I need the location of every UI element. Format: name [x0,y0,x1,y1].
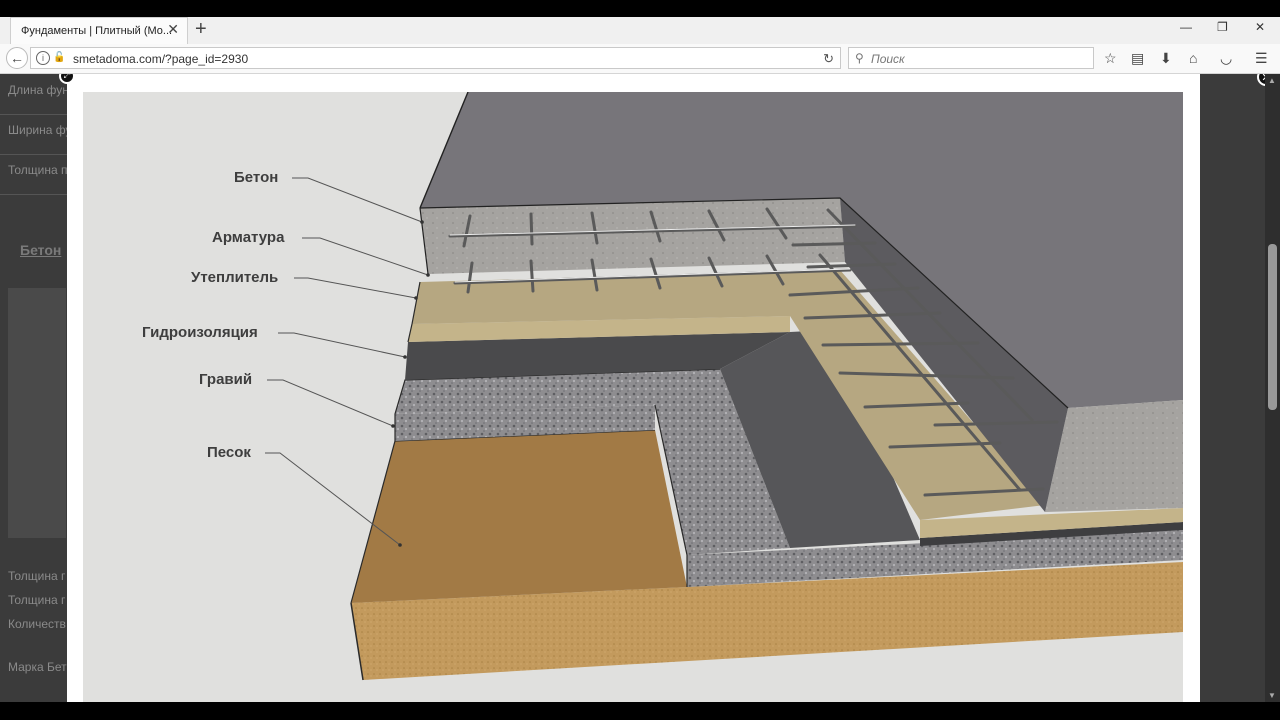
download-icon[interactable]: ⬇ [1160,50,1172,66]
pocket-icon[interactable]: ◡ [1220,50,1232,66]
label-rebar: Арматура [212,229,285,246]
reload-icon[interactable]: ↻ [823,51,834,67]
scroll-up-icon[interactable]: ▲ [1268,76,1276,85]
tab-title: Фундаменты | Плитный (Мо... [21,25,173,37]
title-bar [0,0,1280,17]
bg-field: Количеств [8,617,66,631]
lightbox: Бетон Арматура Утеплитель Гидроизоляция … [59,74,1275,702]
url-bar[interactable]: i 🔓 smetadoma.com/?page_id=2930 ↻ [30,47,841,69]
search-bar[interactable]: ⚲ Поиск [848,47,1094,69]
lightbox-expand-button[interactable]: ⤢ [59,74,75,84]
bg-thumbnail[interactable] [8,288,66,538]
info-icon[interactable]: i [36,51,50,65]
foundation-diagram: Бетон Арматура Утеплитель Гидроизоляция … [83,92,1183,702]
page-scrollbar[interactable]: ▲ ▼ [1265,74,1280,702]
bg-divider [0,154,68,155]
home-icon[interactable]: ⌂ [1189,50,1197,66]
browser-tab[interactable]: Фундаменты | Плитный (Мо... ✕ [10,17,188,44]
window-close-icon[interactable]: ✕ [1255,20,1265,34]
restore-icon[interactable]: ❐ [1217,20,1228,34]
bg-divider [0,194,68,195]
menu-icon[interactable]: ☰ [1255,50,1268,66]
label-gravel: Гравий [199,371,253,388]
tab-strip: Фундаменты | Плитный (Мо... ✕ + — ❐ ✕ [0,17,1280,44]
label-concrete: Бетон [234,169,279,186]
scroll-down-icon[interactable]: ▼ [1268,691,1276,700]
bg-divider [0,114,68,115]
bookmark-star-icon[interactable]: ☆ [1104,50,1117,66]
back-button[interactable]: ← [6,47,28,69]
new-tab-icon[interactable]: + [195,19,207,39]
search-placeholder: Поиск [871,52,905,66]
bg-field: Толщина г [8,593,66,607]
page-content: Длина фундамен Ширина фундамен Толщина п… [0,74,1280,702]
bg-field: Марка Бет [8,660,67,674]
scrollbar-thumb[interactable] [1268,244,1277,410]
label-sand: Песок [207,444,251,461]
bottom-bar [0,702,1280,720]
reading-list-icon[interactable]: ▤ [1131,50,1144,66]
bg-section-concrete[interactable]: Бетон [20,242,61,258]
sand-top [351,430,687,603]
minimize-icon[interactable]: — [1180,20,1192,34]
search-icon: ⚲ [855,51,864,65]
label-waterproofing: Гидроизоляция [142,324,258,341]
insecure-lock-icon: 🔓 [53,52,66,63]
tab-close-icon[interactable]: ✕ [167,22,179,36]
label-insulation: Утеплитель [191,269,279,286]
bg-field: Толщина г [8,569,66,583]
navigation-bar: ← i 🔓 smetadoma.com/?page_id=2930 ↻ ⚲ По… [0,44,1280,74]
url-text[interactable]: smetadoma.com/?page_id=2930 [73,52,248,66]
